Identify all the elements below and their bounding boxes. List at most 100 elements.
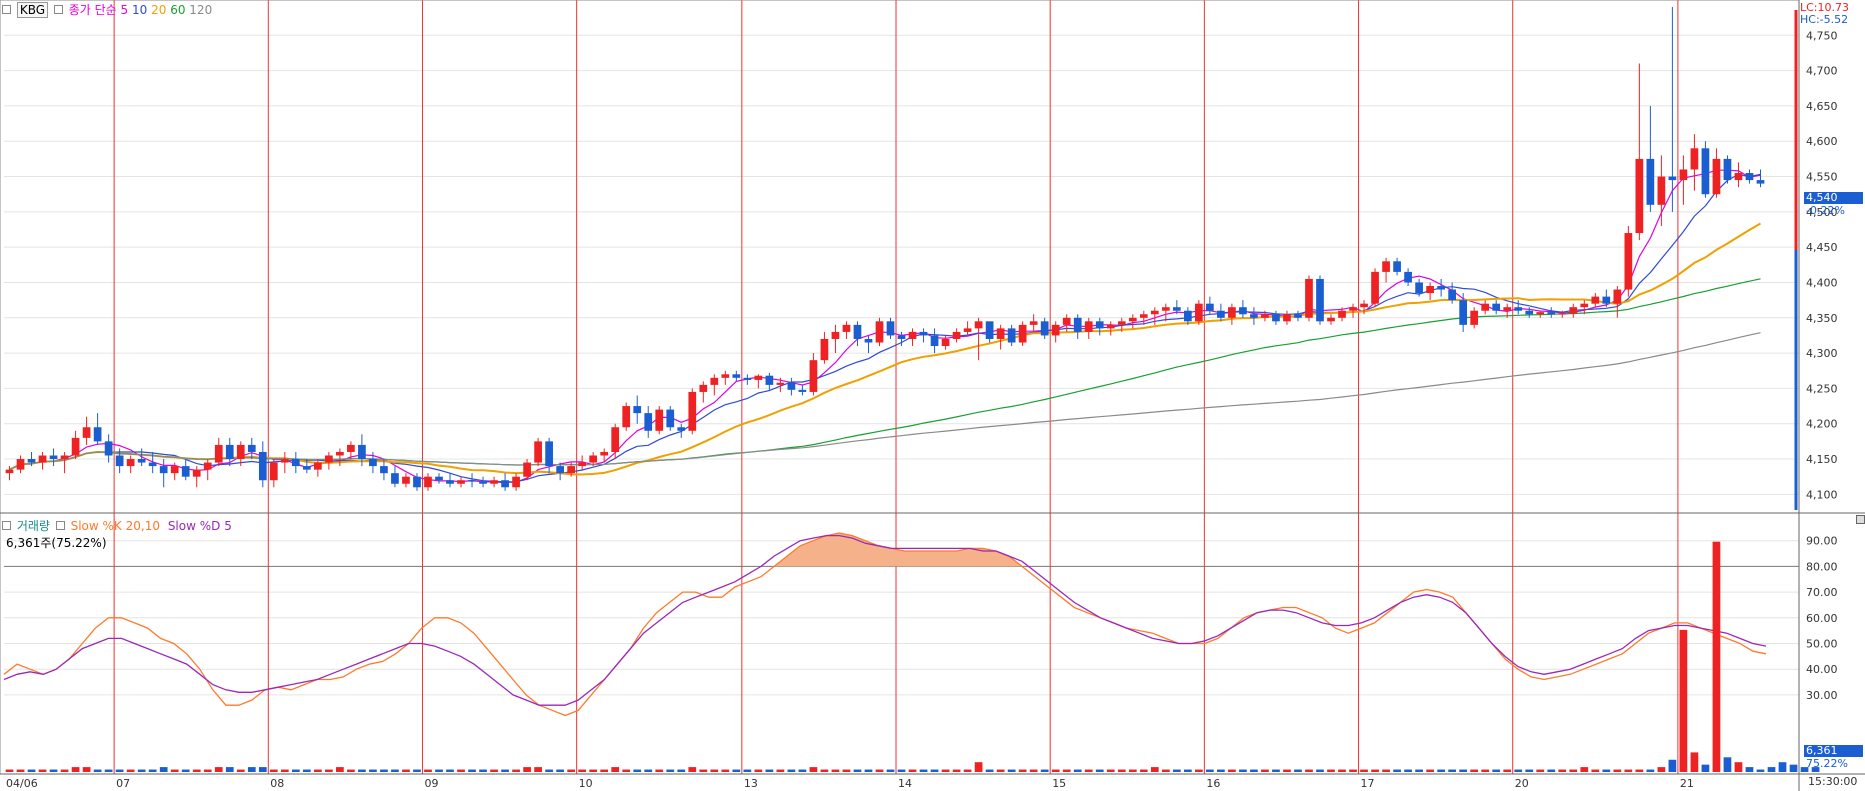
volume-bar — [336, 767, 344, 772]
candle-body — [1018, 324, 1027, 343]
candle-body — [203, 462, 212, 470]
date-tick-label: 21 — [1680, 777, 1694, 790]
candle-body — [1536, 312, 1545, 315]
volume-bar — [280, 769, 289, 772]
volume-bar — [1646, 769, 1655, 772]
legend-toggle-icon[interactable] — [53, 5, 63, 14]
volume-bar — [1591, 769, 1600, 772]
indicator-legend: 거래량 Slow %K 20,10 Slow %D 5 6,361주(75.22… — [2, 517, 232, 551]
candle-body — [1393, 261, 1401, 272]
ma5-label: 5 — [120, 3, 129, 17]
indicator-tick-label: 70.00 — [1806, 586, 1838, 599]
volume-bar — [1712, 541, 1721, 772]
volume-bar — [1172, 769, 1181, 772]
ma60-label: 60 — [170, 3, 186, 17]
volume-bar — [247, 767, 256, 772]
stock-chart: 4,100 4,150 4,200 4,250 4,300 4,350 4,400 4,450… — [0, 0, 1865, 791]
volume-bar — [325, 769, 333, 772]
volume-bar — [1228, 769, 1236, 772]
volume-bar — [1789, 764, 1798, 772]
candle-body — [258, 451, 267, 481]
candle-body — [875, 321, 884, 343]
volume-bar — [314, 769, 322, 772]
candle-body — [622, 406, 631, 428]
volume-bar — [710, 769, 719, 772]
candle-body — [1206, 303, 1214, 311]
volume-bar — [886, 769, 895, 772]
candle-body — [413, 476, 421, 488]
time-label: 15:30:00 — [1808, 775, 1858, 788]
volume-bar — [214, 767, 223, 772]
candle-body — [126, 459, 135, 467]
candle-body — [1690, 148, 1699, 170]
candle-body — [633, 406, 642, 414]
date-tick-label: 14 — [898, 777, 912, 790]
indicator-tick-label: 60.00 — [1806, 612, 1838, 625]
volume-bar — [1767, 767, 1776, 772]
candle-body — [985, 321, 994, 339]
volume-bar — [677, 769, 686, 772]
volume-bar — [743, 769, 752, 772]
price-grid — [4, 34, 1799, 495]
candle-body — [1701, 148, 1710, 195]
candle-body — [479, 481, 487, 484]
candle-body — [578, 462, 587, 467]
candle-body — [159, 466, 168, 474]
current-price-box: 4,540 — [1804, 192, 1863, 204]
candle-body — [644, 413, 653, 431]
volume-bar — [1062, 769, 1071, 772]
candle-body — [214, 444, 223, 463]
volume-bar — [60, 769, 69, 772]
volume-bar — [1459, 769, 1468, 772]
volume-bar — [655, 769, 664, 772]
volume-bar — [985, 769, 994, 772]
candle-body — [1117, 321, 1126, 325]
volume-bar — [1569, 769, 1578, 772]
volume-bar — [1294, 769, 1302, 772]
ma120-label: 120 — [189, 3, 213, 17]
legend-toggle-icon[interactable] — [2, 521, 11, 530]
candle-body — [787, 382, 796, 390]
candle-body — [798, 389, 807, 392]
candle-body — [402, 476, 410, 484]
volume-bar — [1679, 629, 1688, 772]
volume-bar — [1084, 769, 1093, 772]
candle-body — [1756, 180, 1765, 184]
volume-bar — [1745, 767, 1754, 772]
ticker-label[interactable]: KBG — [16, 2, 49, 18]
volume-bar — [1195, 769, 1203, 772]
volume-bar — [820, 769, 829, 772]
indicator-axis: 30.00 40.00 50.00 60.00 70.00 80.00 90.00 — [1806, 535, 1838, 702]
candle-body — [1073, 317, 1082, 332]
slow-k-label: Slow %K 20,10 — [70, 519, 160, 533]
volume-bar — [468, 769, 476, 772]
candle-body — [446, 480, 454, 484]
candle-body — [1349, 307, 1357, 311]
volume-bar — [446, 769, 454, 772]
price-tick-label: 4,200 — [1806, 418, 1838, 431]
volume-bar — [1018, 769, 1027, 772]
candle-body — [1161, 307, 1170, 311]
candle-body — [269, 462, 278, 481]
volume-bar — [842, 769, 851, 772]
volume-bar — [1117, 769, 1126, 772]
volume-series — [5, 541, 1820, 772]
candle-body — [1051, 324, 1060, 336]
panel-menu-icon[interactable] — [1856, 515, 1865, 524]
legend-toggle-icon[interactable] — [2, 5, 11, 14]
volume-bar — [919, 769, 928, 772]
candle-body — [1624, 233, 1633, 290]
candle-body — [1062, 317, 1071, 325]
volume-label: 거래량 — [16, 519, 50, 533]
legend-toggle-icon[interactable] — [55, 521, 65, 530]
candle-body — [1437, 286, 1445, 290]
day-separator-lines — [113, 0, 1679, 774]
candle-body — [1195, 303, 1203, 322]
volume-bar — [49, 769, 58, 772]
volume-bar — [1481, 769, 1490, 772]
candle-body — [688, 391, 697, 431]
volume-bar — [16, 769, 25, 772]
candle-body — [512, 476, 520, 488]
candle-body — [589, 455, 598, 463]
candle-body — [347, 444, 355, 452]
